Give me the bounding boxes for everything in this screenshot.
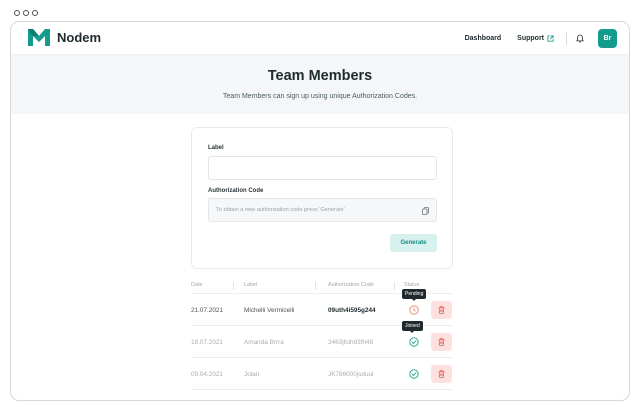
delete-button[interactable] — [431, 365, 452, 383]
nav-divider — [566, 31, 567, 45]
code-field-label: Authorization Code — [208, 188, 264, 194]
delete-button[interactable] — [431, 301, 452, 319]
row-date: 09.04.2021 — [191, 371, 223, 378]
column-divider — [233, 282, 234, 290]
delete-button[interactable] — [431, 333, 452, 351]
support-link[interactable]: Support — [517, 35, 554, 42]
avatar-initials: Br — [603, 34, 612, 42]
column-header-code: Authorization Code — [328, 282, 374, 288]
authorization-code-input[interactable]: To obtain a new authorization code press… — [208, 198, 437, 222]
row-label: Amanda Brrra — [244, 339, 284, 346]
status-tooltip: Joined — [402, 321, 423, 333]
row-label: Michelli Vermicelli — [244, 307, 295, 314]
window-dot[interactable] — [32, 10, 38, 16]
label-input[interactable] — [208, 156, 437, 180]
trash-icon — [438, 370, 445, 378]
status-tooltip: Pending — [402, 289, 427, 301]
trash-icon — [438, 338, 445, 346]
column-header-label: Label — [244, 282, 258, 288]
authorization-form: Label Authorization Code To obtain a new… — [191, 127, 453, 269]
column-header-date: Date — [191, 282, 203, 288]
trash-icon — [438, 306, 445, 314]
check-circle-icon[interactable] — [409, 369, 419, 379]
column-header-status: Status — [404, 282, 420, 288]
generate-button[interactable]: Generate — [390, 234, 437, 252]
window-dot[interactable] — [23, 10, 29, 16]
row-code: 3463jfcih93fh48 — [328, 339, 374, 346]
label-field-label: Label — [208, 145, 224, 151]
support-label: Support — [517, 34, 544, 42]
page-title: Team Members — [267, 68, 373, 84]
dashboard-label: Dashboard — [464, 34, 502, 42]
copy-icon[interactable] — [422, 207, 429, 215]
row-label: Jolan — [244, 371, 260, 378]
row-date: 21.07.2021 — [191, 307, 223, 314]
table-row[interactable]: 18.07.2021 Amanda Brrra 3463jfcih93fh48 … — [191, 321, 453, 358]
page-header: Team Members Team Members can sign up us… — [11, 55, 629, 114]
logo[interactable]: Nodem — [27, 28, 101, 47]
row-code: JK786000jsduui — [328, 371, 374, 378]
bell-icon[interactable] — [576, 34, 584, 43]
clock-icon[interactable] — [409, 305, 419, 315]
navbar: Nodem Dashboard Support Br — [11, 22, 629, 55]
user-avatar[interactable]: Br — [598, 28, 617, 48]
external-link-icon — [547, 34, 554, 42]
nav-actions: Dashboard Support Br — [465, 27, 617, 49]
column-divider — [394, 282, 395, 290]
check-circle-icon[interactable] — [409, 337, 419, 347]
window-dot[interactable] — [14, 10, 20, 16]
app-name: Nodem — [57, 30, 102, 45]
window-controls — [14, 10, 38, 16]
dashboard-link[interactable]: Dashboard — [465, 35, 502, 42]
column-divider — [315, 282, 316, 290]
row-date: 18.07.2021 — [191, 339, 223, 346]
row-code: 09uth4i595g244 — [328, 307, 376, 314]
page-subtitle: Team Members can sign up using unique Au… — [222, 93, 418, 100]
logo-icon — [28, 29, 50, 46]
code-placeholder: To obtain a new authorization code press… — [216, 207, 345, 213]
table-row[interactable]: 09.04.2021 Jolan JK786000jsduui — [191, 359, 453, 390]
app-window: Nodem Dashboard Support Br Team Members … — [10, 21, 630, 401]
